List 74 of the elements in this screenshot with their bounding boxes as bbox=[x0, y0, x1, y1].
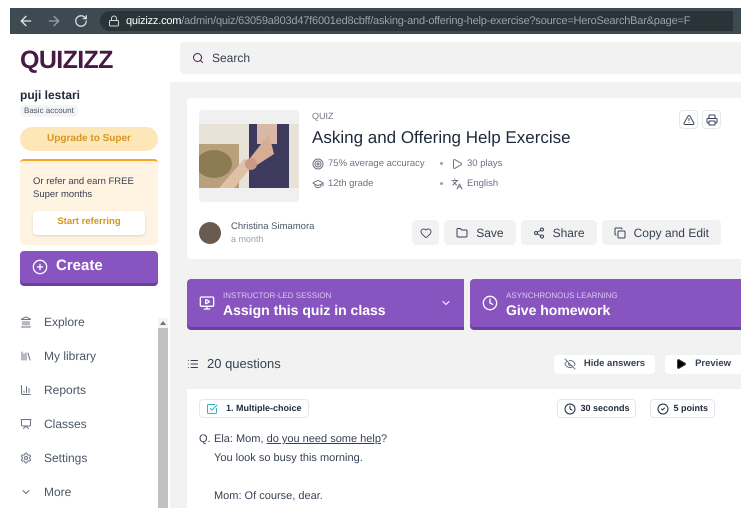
forward-icon[interactable] bbox=[46, 13, 62, 29]
nav-icon bbox=[20, 452, 32, 464]
graduation-cap-icon bbox=[312, 178, 324, 190]
lock-icon bbox=[108, 15, 120, 27]
clock-icon bbox=[564, 402, 576, 414]
underlined-text: do you need some help bbox=[266, 433, 381, 445]
author-name: Christina Simamora bbox=[231, 220, 314, 232]
plays: 30 plays bbox=[440, 156, 729, 171]
sidebar-item[interactable]: Explore bbox=[20, 312, 130, 330]
points: 5 points bbox=[650, 399, 715, 418]
account-badge: Basic account bbox=[20, 104, 78, 116]
bullet-icon bbox=[440, 162, 443, 166]
hide-answers-button[interactable]: Hide answers bbox=[554, 354, 656, 374]
printer-icon bbox=[706, 114, 718, 126]
checkbox-icon bbox=[206, 402, 218, 414]
preview-button[interactable]: Preview bbox=[665, 354, 741, 374]
scroll-up-icon[interactable] bbox=[160, 321, 166, 325]
user-name: puji lestari bbox=[20, 86, 82, 104]
action-button[interactable]: Share bbox=[520, 220, 597, 245]
logo[interactable]: QUIZIZZ bbox=[20, 42, 158, 80]
address-bar[interactable]: quizizz.com/admin/quiz/63059a803d47f6001ed8cbff/asking-and-offering-help-exercise?source=HeroSearchBar&page=F bbox=[100, 11, 733, 31]
eye-off-icon bbox=[564, 358, 576, 370]
play-icon bbox=[451, 158, 463, 170]
nav-icon bbox=[20, 350, 32, 362]
warning-icon bbox=[682, 114, 694, 126]
nav-icon bbox=[20, 384, 32, 396]
nav-icon bbox=[20, 418, 32, 430]
refer-text: Or refer and earn FREE Super months bbox=[33, 174, 135, 200]
action-button[interactable]: Save bbox=[444, 220, 516, 245]
clock-icon bbox=[482, 295, 498, 311]
action-button[interactable]: Copy and Edit bbox=[602, 220, 721, 245]
scrollbar[interactable] bbox=[158, 318, 168, 508]
sidebar-item[interactable]: Classes bbox=[20, 414, 130, 432]
sidebar-item[interactable]: More bbox=[20, 482, 130, 500]
search-field[interactable]: Search bbox=[180, 42, 741, 74]
like-button[interactable] bbox=[412, 220, 440, 245]
action-icon bbox=[614, 226, 626, 238]
back-icon[interactable] bbox=[18, 13, 34, 29]
accuracy: 75% average accuracy bbox=[312, 156, 440, 171]
quiz-type: QUIZ bbox=[312, 110, 334, 123]
heart-icon bbox=[420, 226, 432, 238]
presentation-icon bbox=[199, 295, 215, 311]
bullet-icon bbox=[440, 182, 443, 186]
url-text: quizizz.com/admin/quiz/63059a803d47f6001ed8cbff/asking-and-offering-help-exercise?source=HeroSearchBar&page=F bbox=[126, 14, 690, 29]
plus-icon bbox=[32, 258, 48, 274]
question-text: Ela: Mom, do you need some help? bbox=[214, 432, 388, 447]
nav-icon bbox=[20, 316, 32, 328]
check-circle-icon bbox=[657, 402, 670, 414]
create-button[interactable]: Create bbox=[20, 250, 158, 282]
question-prefix: Q. bbox=[199, 432, 212, 447]
target-icon bbox=[312, 158, 324, 170]
assign-button[interactable]: INSTRUCTOR-LED SESSION Assign this quiz in class bbox=[187, 279, 464, 327]
print-button[interactable] bbox=[702, 110, 721, 129]
time-limit: 30 seconds bbox=[557, 399, 636, 418]
assign-button[interactable]: ASYNCHRONOUS LEARNING Give homework bbox=[470, 279, 741, 327]
sidebar-item[interactable]: My library bbox=[20, 346, 130, 364]
question-count: 20 questions bbox=[187, 354, 281, 374]
reload-icon[interactable] bbox=[74, 14, 88, 28]
question-text: You look so busy this morning. bbox=[214, 451, 364, 466]
grade: 12th grade bbox=[312, 176, 440, 191]
play-icon bbox=[675, 358, 688, 370]
time-ago: a month bbox=[231, 232, 265, 244]
report-button[interactable] bbox=[679, 110, 698, 129]
language: English bbox=[440, 176, 729, 191]
question-type: 1. Multiple-choice bbox=[199, 399, 309, 418]
language-icon bbox=[451, 178, 463, 190]
action-icon bbox=[532, 226, 545, 238]
quiz-title: Asking and Offering Help Exercise bbox=[312, 127, 572, 149]
search-icon bbox=[192, 52, 204, 64]
avatar bbox=[199, 222, 221, 244]
sidebar-item[interactable]: Settings bbox=[20, 448, 130, 466]
sidebar-item[interactable]: Reports bbox=[20, 380, 130, 398]
question-text: Mom: Of course, dear. bbox=[214, 489, 324, 504]
action-icon bbox=[456, 226, 468, 238]
